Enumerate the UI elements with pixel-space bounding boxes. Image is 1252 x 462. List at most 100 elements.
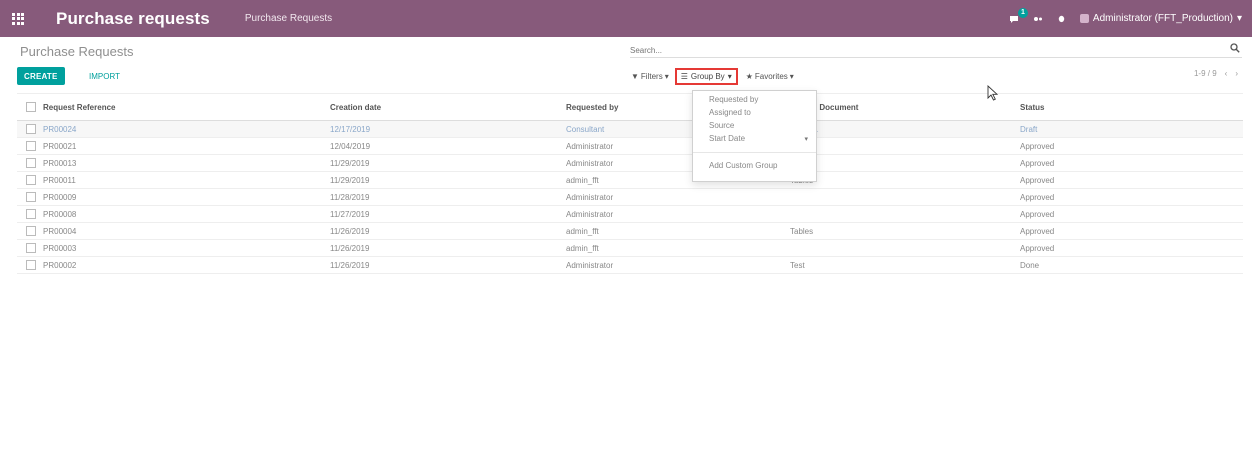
select-all-checkbox[interactable] (26, 102, 36, 112)
chevron-down-icon: ▾ (664, 71, 669, 81)
row-checkbox[interactable] (26, 226, 36, 236)
pager: 1-9 / 9 ‹ › (1194, 69, 1238, 78)
row-checkbox[interactable] (26, 141, 36, 151)
row-checkbox-cell (17, 205, 43, 223)
activity-button[interactable] (1033, 14, 1043, 24)
cell-requested-by: Administrator (566, 205, 790, 223)
table-row[interactable]: PR00013 11/29/2019 Administrator Tables … (17, 154, 1243, 172)
table-row[interactable]: PR00011 11/29/2019 admin_fft Tables Appr… (17, 171, 1243, 189)
cell-status: Approved (1020, 205, 1243, 223)
cell-source-document: Tables (790, 154, 1020, 172)
cell-status: Approved (1020, 154, 1243, 172)
chevron-down-icon: ▾ (1236, 13, 1242, 24)
cell-source-document (790, 137, 1020, 155)
row-checkbox-cell (17, 137, 43, 155)
debug-button[interactable] (1057, 14, 1066, 23)
cell-source-document: Tables (790, 222, 1020, 240)
table-row[interactable]: PR00008 11/27/2019 Administrator Approve… (17, 205, 1243, 223)
table-row[interactable]: PR00003 11/26/2019 admin_fft Approved (17, 239, 1243, 257)
chevron-down-icon: ▾ (727, 71, 732, 81)
group-by-option-assigned-to[interactable]: Assigned to (693, 106, 816, 119)
cell-reference: PR00013 (43, 154, 330, 172)
cell-creation-date: 11/29/2019 (330, 171, 566, 189)
cell-reference: PR00008 (43, 205, 330, 223)
create-button[interactable]: CREATE (17, 67, 65, 85)
star-icon: ★ (745, 71, 753, 81)
apps-grid-icon (12, 12, 24, 25)
cell-creation-date: 11/26/2019 (330, 256, 566, 274)
top-navbar: Purchase requests Purchase Requests 1 Ad… (0, 0, 1252, 37)
cell-status: Approved (1020, 171, 1243, 189)
app-title[interactable]: Purchase requests (56, 9, 210, 29)
chat-button[interactable]: 1 (1009, 7, 1028, 24)
column-header-status[interactable]: Status (1020, 93, 1243, 121)
row-checkbox-cell (17, 188, 43, 206)
row-checkbox[interactable] (26, 243, 36, 253)
cell-status: Approved (1020, 239, 1243, 257)
cell-reference: PR00009 (43, 188, 330, 206)
table-row[interactable]: PR00004 11/26/2019 admin_fft Tables Appr… (17, 222, 1243, 240)
favorites-button[interactable]: ★ Favorites ▾ (746, 72, 794, 81)
group-by-option-source[interactable]: Source (693, 119, 816, 132)
cell-status: Approved (1020, 137, 1243, 155)
row-checkbox-cell (17, 239, 43, 257)
import-button[interactable]: IMPORT (84, 67, 125, 85)
row-checkbox[interactable] (26, 209, 36, 219)
table-row[interactable]: PR00021 12/04/2019 Administrator Approve… (17, 137, 1243, 155)
avatar (1079, 14, 1089, 23)
table-row[interactable]: PR00009 11/28/2019 Administrator Approve… (17, 188, 1243, 206)
user-menu[interactable]: Administrator (FFT_Production) ▾ (1079, 13, 1242, 24)
row-checkbox-cell (17, 222, 43, 240)
cell-creation-date: 11/26/2019 (330, 239, 566, 257)
group-by-label: Group By (690, 71, 725, 81)
cell-status: Draft (1020, 120, 1243, 138)
cell-requested-by: admin_fft (566, 239, 790, 257)
column-header-creation-date[interactable]: Creation date (330, 93, 566, 121)
top-menu-purchase-requests[interactable]: Purchase Requests (245, 13, 332, 24)
pager-previous-icon[interactable]: ‹ (1225, 69, 1228, 78)
activity-icon (1033, 16, 1042, 21)
select-all-cell (17, 93, 43, 121)
column-header-reference[interactable]: Request Reference (43, 93, 330, 121)
cell-reference: PR00003 (43, 239, 330, 257)
cell-creation-date: 11/28/2019 (330, 188, 566, 206)
purchase-requests-table: Request Reference Creation date Requeste… (17, 93, 1243, 274)
mouse-cursor-icon (987, 85, 999, 101)
search-options: ▼ Filters ▾ ☰ Group By ▾ ★ Favorites ▾ (631, 66, 800, 86)
group-by-button[interactable]: ☰ Group By ▾ (674, 67, 738, 85)
cell-requested-by: Administrator (566, 256, 790, 274)
column-header-source-document[interactable]: Source Document (790, 93, 1020, 121)
row-checkbox[interactable] (26, 124, 36, 134)
table-row[interactable]: PR00024 12/17/2019 Consultant R00021 Dra… (17, 120, 1243, 138)
pager-next-icon[interactable]: › (1235, 69, 1238, 78)
search-bar (630, 40, 1242, 59)
row-checkbox-cell (17, 154, 43, 172)
cell-status: Approved (1020, 188, 1243, 206)
search-input[interactable] (630, 42, 1210, 59)
add-custom-group-button[interactable]: Add Custom Group (693, 159, 816, 172)
pager-value[interactable]: 1-9 / 9 (1194, 69, 1217, 78)
cell-creation-date: 11/27/2019 (330, 205, 566, 223)
bug-icon (1058, 15, 1065, 23)
table-row[interactable]: PR00002 11/26/2019 Administrator Test Do… (17, 256, 1243, 274)
row-checkbox[interactable] (26, 260, 36, 270)
cell-reference: PR00002 (43, 256, 330, 274)
apps-menu-button[interactable] (0, 0, 36, 37)
cell-source-document (790, 188, 1020, 206)
row-checkbox[interactable] (26, 192, 36, 202)
filters-button[interactable]: ▼ Filters ▾ (631, 72, 669, 81)
cell-status: Done (1020, 256, 1243, 274)
cell-creation-date: 12/04/2019 (330, 137, 566, 155)
filters-label: Filters (640, 71, 663, 81)
cell-requested-by: admin_fft (566, 222, 790, 240)
search-icon[interactable] (1230, 43, 1240, 53)
group-by-option-requested-by[interactable]: Requested by (693, 93, 816, 106)
group-by-option-start-date[interactable]: Start Date (693, 132, 816, 145)
cell-reference: PR00011 (43, 171, 330, 189)
cell-source-document (790, 205, 1020, 223)
group-by-icon: ☰ (680, 71, 688, 81)
row-checkbox[interactable] (26, 158, 36, 168)
row-checkbox-cell (17, 256, 43, 274)
cell-source-document (790, 239, 1020, 257)
row-checkbox[interactable] (26, 175, 36, 185)
